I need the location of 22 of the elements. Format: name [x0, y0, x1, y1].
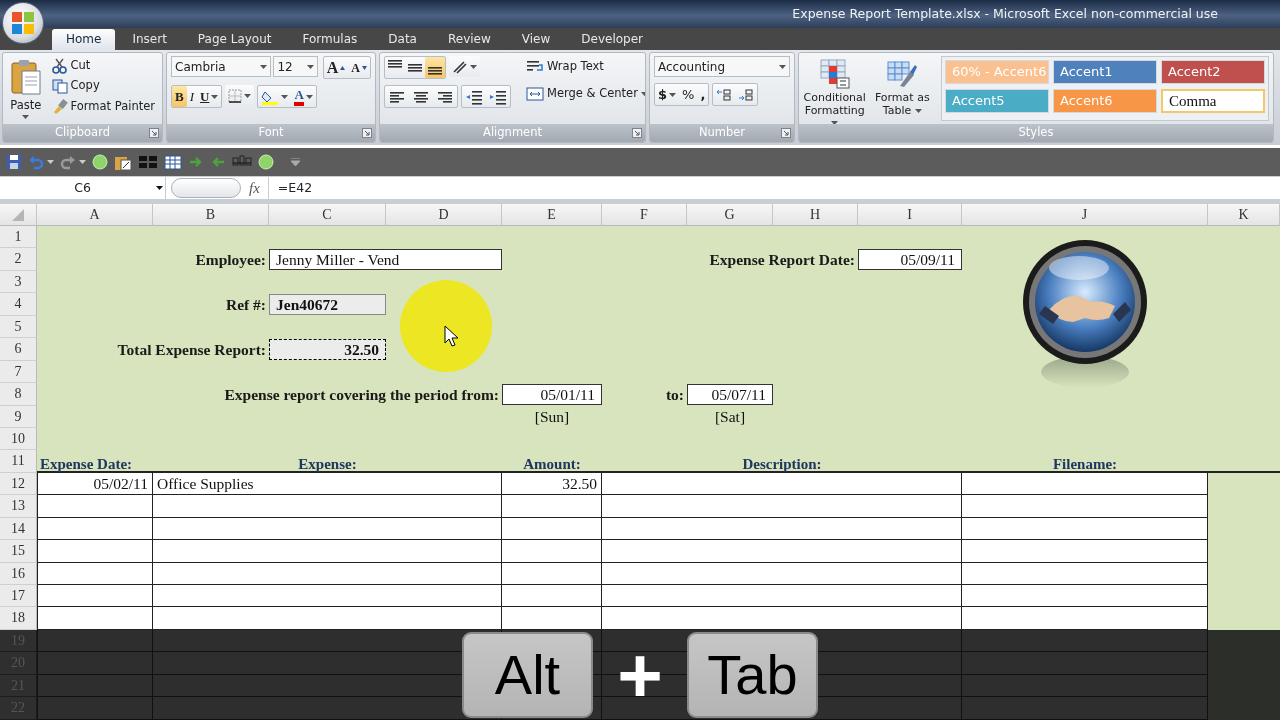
window-title: Expense Report Template.xlsx - Microsoft Excel non-commercial use — [792, 4, 1218, 23]
column-heading: Filename: — [1051, 455, 1119, 473]
group-label: Number — [698, 124, 746, 142]
plus-label: + — [616, 636, 664, 714]
weekday-label: [Sun] — [533, 407, 571, 428]
column-heading: Expense: — [297, 455, 358, 473]
group-label: Font — [258, 124, 284, 142]
column-heading: Amount: — [522, 455, 582, 473]
group-label: Clipboard — [55, 124, 110, 142]
field-label: Total Expense Report: — [116, 339, 267, 360]
weekday-label: [Sat] — [713, 407, 747, 428]
column-heading: Description: — [741, 455, 823, 473]
field-label: Expense Report Date: — [708, 250, 856, 271]
field-label: Ref #: — [224, 295, 267, 315]
field-label: Employee: — [194, 250, 267, 271]
keycap-toast: Tab — [687, 632, 818, 718]
column-heading: Expense Date: — [39, 455, 134, 473]
field-label: to: — [664, 384, 685, 405]
group-label: Styles — [1018, 124, 1054, 142]
keycap-toast: Alt — [462, 632, 593, 718]
group-label: Alignment — [483, 124, 542, 142]
field-label: Expense report covering the period from: — [223, 384, 500, 405]
